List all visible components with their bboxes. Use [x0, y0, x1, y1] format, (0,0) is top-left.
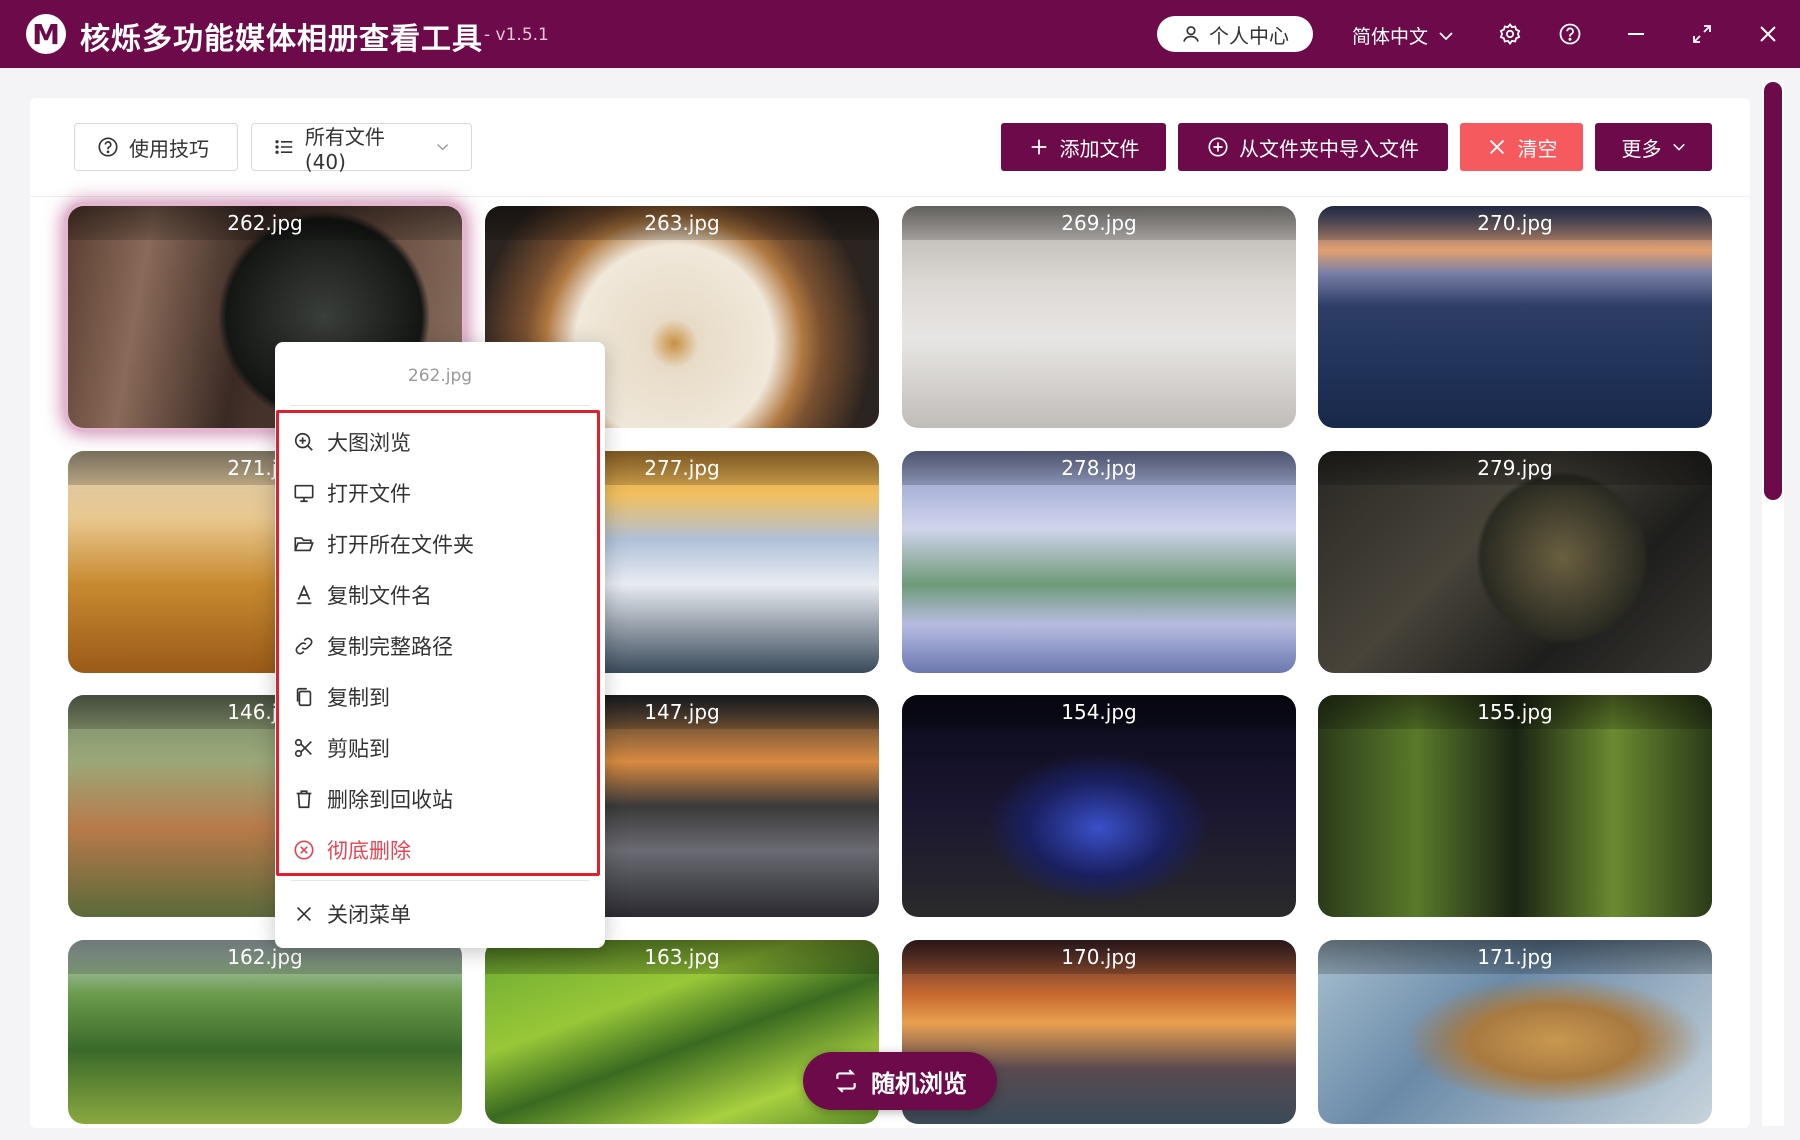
language-label: 简体中文	[1352, 26, 1429, 48]
image-tile[interactable]: 279.jpg	[1318, 451, 1712, 673]
trash-icon	[296, 790, 312, 809]
menu-item-label: 删除到回收站	[327, 788, 453, 812]
image-tile-name: 155.jpg	[1318, 695, 1712, 729]
title-bar: M 核烁多功能媒体相册查看工具 - v1.5.1 个人中心 简体中文	[0, 0, 1800, 68]
settings-icon	[1499, 23, 1521, 45]
image-tile[interactable]: 269.jpg	[902, 206, 1296, 428]
image-tile-name: 262.jpg	[68, 206, 462, 240]
scrollbar-thumb[interactable]	[1764, 82, 1782, 500]
menu-item-label: 彻底删除	[327, 839, 411, 863]
menu-item-view-large[interactable]: 大图浏览	[293, 422, 583, 462]
zoom-in-icon	[294, 432, 313, 451]
file-filter-select[interactable]: 所有文件 (40)	[251, 123, 472, 174]
add-file-label: 添加文件	[1059, 136, 1140, 161]
image-tile[interactable]: 278.jpg	[902, 451, 1296, 673]
more-label: 更多	[1621, 136, 1662, 161]
tips-button[interactable]: 使用技巧	[74, 123, 238, 171]
context-menu-title: 262.jpg	[407, 366, 473, 386]
image-tile-name: 154.jpg	[902, 695, 1296, 729]
toolbar-divider	[30, 196, 1750, 197]
menu-item-recycle[interactable]: 删除到回收站	[293, 779, 583, 819]
menu-item-label: 复制文件名	[327, 584, 432, 608]
maximize-icon	[1693, 25, 1711, 43]
image-tile-name: 170.jpg	[902, 940, 1296, 974]
image-tile[interactable]: 171.jpg	[1318, 940, 1712, 1124]
close-button[interactable]	[1754, 20, 1782, 48]
menu-item-delete-permanent[interactable]: 彻底删除	[293, 830, 583, 870]
image-tile-name: 263.jpg	[485, 206, 879, 240]
close-icon	[1760, 26, 1776, 42]
menu-item-copy-path[interactable]: 复制完整路径	[293, 626, 583, 666]
add-file-button[interactable]: 添加文件	[1001, 123, 1166, 171]
image-tile[interactable]: 270.jpg	[1318, 206, 1712, 428]
file-filter-label: 所有文件 (40)	[304, 124, 385, 174]
random-browse-label: 随机浏览	[871, 1069, 967, 1098]
list-icon	[275, 140, 293, 154]
scissors-icon	[294, 738, 312, 758]
more-button[interactable]: 更多	[1595, 123, 1712, 171]
menu-item-label: 复制到	[327, 686, 390, 710]
link-icon	[295, 637, 313, 655]
image-tile-name: 171.jpg	[1318, 940, 1712, 974]
menu-item-label: 关闭菜单	[327, 903, 411, 927]
minimize-button[interactable]	[1622, 20, 1650, 48]
context-menu-divider	[291, 405, 589, 406]
close-icon	[296, 906, 312, 922]
clear-button[interactable]: 清空	[1460, 123, 1583, 171]
app-version: - v1.5.1	[484, 25, 549, 45]
app-title: 核烁多功能媒体相册查看工具	[80, 22, 483, 57]
menu-item-open-file[interactable]: 打开文件	[293, 473, 583, 513]
user-center-button[interactable]: 个人中心	[1157, 16, 1313, 52]
plus-icon	[1031, 139, 1046, 155]
import-folder-label: 从文件夹中导入文件	[1239, 136, 1419, 161]
menu-item-copy-to[interactable]: 复制到	[293, 677, 583, 717]
help-button[interactable]	[1556, 20, 1584, 48]
menu-item-label: 打开所在文件夹	[327, 533, 474, 557]
settings-button[interactable]	[1496, 20, 1524, 48]
image-tile-name: 279.jpg	[1318, 451, 1712, 485]
image-tile-name: 278.jpg	[902, 451, 1296, 485]
menu-item-label: 大图浏览	[327, 431, 411, 455]
plus-circle-icon	[1208, 137, 1228, 157]
context-menu-divider	[291, 880, 589, 881]
shuffle-icon	[836, 1069, 856, 1093]
import-folder-button[interactable]: 从文件夹中导入文件	[1178, 123, 1448, 171]
menu-item-label: 剪贴到	[327, 737, 390, 761]
menu-item-copy-filename[interactable]: 复制文件名	[293, 575, 583, 615]
random-browse-button[interactable]: 随机浏览	[803, 1052, 997, 1110]
menu-item-cut-to[interactable]: 剪贴到	[293, 728, 583, 768]
user-center-label: 个人中心	[1209, 23, 1289, 48]
text-icon	[296, 584, 312, 605]
delete-circle-icon	[294, 840, 314, 860]
help-icon	[98, 137, 118, 157]
tips-label: 使用技巧	[129, 136, 209, 161]
image-tile[interactable]: 154.jpg	[902, 695, 1296, 917]
menu-item-label: 打开文件	[327, 482, 411, 506]
help-icon	[1559, 23, 1581, 45]
image-tile[interactable]: 155.jpg	[1318, 695, 1712, 917]
chevron-down-icon	[1439, 31, 1453, 40]
minimize-icon	[1628, 33, 1644, 35]
menu-item-close[interactable]: 关闭菜单	[293, 894, 583, 934]
chevron-down-icon	[1672, 143, 1685, 151]
image-tile[interactable]: 162.jpg	[68, 940, 462, 1124]
image-tile-name: 269.jpg	[902, 206, 1296, 240]
clear-label: 清空	[1517, 136, 1558, 161]
app-logo-icon: M	[26, 14, 66, 54]
copy-icon	[296, 687, 312, 707]
monitor-icon	[294, 484, 314, 503]
folder-open-icon	[294, 537, 314, 552]
menu-item-open-folder[interactable]: 打开所在文件夹	[293, 524, 583, 564]
user-icon	[1183, 26, 1199, 42]
context-menu: 262.jpg 大图浏览 打开文件 打开所在文件夹 复制文件名 复制完整路径 复…	[275, 342, 605, 948]
chevron-down-icon	[436, 144, 448, 151]
maximize-button[interactable]	[1688, 20, 1716, 48]
close-icon	[1489, 139, 1504, 155]
language-select[interactable]: 简体中文	[1352, 22, 1454, 49]
menu-item-label: 复制完整路径	[327, 635, 453, 659]
image-tile-name: 270.jpg	[1318, 206, 1712, 240]
